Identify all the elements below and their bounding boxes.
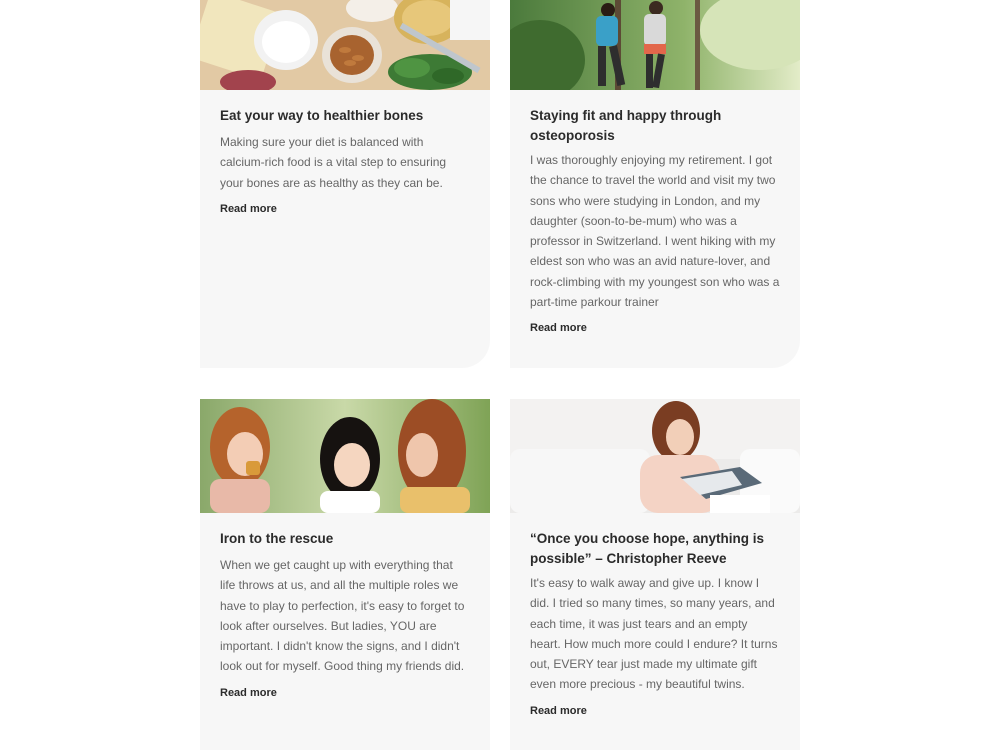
card-title[interactable]: Iron to the rescue [220,529,470,549]
woman-reading-image[interactable] [510,399,800,513]
card-title[interactable]: Staying fit and happy through osteoporos… [530,106,780,146]
card-excerpt: When we get caught up with everything th… [220,558,465,674]
article-card: Eat your way to healthier bones Making s… [200,0,490,368]
card-title[interactable]: Eat your way to healthier bones [220,106,470,126]
article-card: Iron to the rescue When we get caught up… [200,399,490,750]
read-more-link[interactable]: Read more [530,322,587,334]
card-excerpt: It's easy to walk away and give up. I kn… [530,576,778,692]
women-jogging-image[interactable] [510,0,800,90]
read-more-link[interactable]: Read more [220,203,277,215]
card-title[interactable]: “Once you choose hope, anything is possi… [530,529,780,569]
food-ingredients-image[interactable] [200,0,490,90]
article-card: “Once you choose hope, anything is possi… [510,399,800,750]
card-excerpt: I was thoroughly enjoying my retirement.… [530,153,780,310]
article-card: Staying fit and happy through osteoporos… [510,0,800,368]
read-more-link[interactable]: Read more [220,687,277,699]
friends-laughing-image[interactable] [200,399,490,513]
card-excerpt: Making sure your diet is balanced with c… [220,135,447,190]
read-more-link[interactable]: Read more [530,705,587,717]
